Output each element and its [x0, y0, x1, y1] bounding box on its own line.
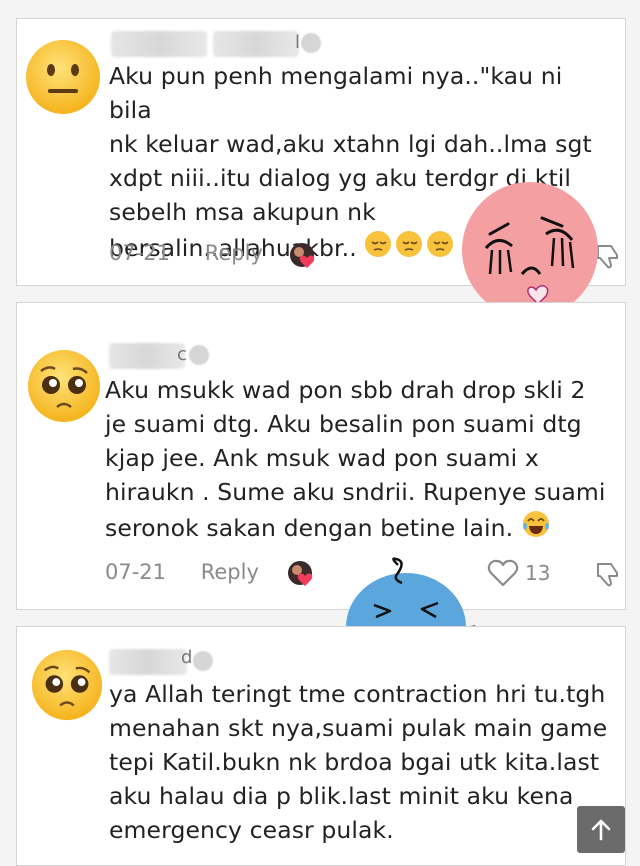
- comment-meta: 07-21 Reply: [105, 560, 259, 584]
- username-blurred[interactable]: [109, 649, 187, 675]
- comment-card-3: d ya Allah teringt tme contraction hri t…: [16, 626, 626, 866]
- scroll-to-top-button[interactable]: [577, 806, 625, 853]
- username-badge: [301, 33, 321, 53]
- username-blurred-2[interactable]: [213, 31, 299, 57]
- neutral-face-avatar-icon[interactable]: [23, 37, 103, 117]
- reply-button[interactable]: Reply: [205, 241, 263, 265]
- comment-date: 07-21: [109, 241, 171, 265]
- creator-liked-avatar-icon: [290, 243, 315, 268]
- username-tail: l: [295, 32, 301, 53]
- username-badge: [193, 651, 213, 671]
- reply-button[interactable]: Reply: [201, 560, 259, 584]
- comment-text: Aku msukk wad pon sbb drah drop skli 2 j…: [105, 376, 606, 542]
- pleading-face-avatar-icon[interactable]: [25, 347, 103, 425]
- like-button[interactable]: 13: [487, 559, 550, 587]
- like-count: 13: [525, 561, 551, 585]
- pensive-face-icon: [365, 231, 454, 257]
- creator-liked-avatar-icon: [288, 561, 313, 586]
- heart-outline-icon: [487, 559, 519, 587]
- comment-meta: 07-21 Reply: [109, 241, 263, 265]
- username-tail: c: [177, 344, 187, 365]
- username-tail: d: [181, 647, 193, 668]
- username-badge: [189, 345, 209, 365]
- arrow-up-icon: [591, 819, 611, 840]
- comment-card-2: c Aku msukk wad pon sbb drah drop skli 2…: [16, 302, 626, 610]
- comment-date: 07-21: [105, 560, 167, 584]
- pleading-face-avatar-icon[interactable]: [29, 647, 105, 723]
- username-blurred[interactable]: [109, 343, 185, 369]
- comment-text: ya Allah teringt tme contraction hri tu.…: [109, 680, 608, 844]
- username-blurred[interactable]: [111, 31, 207, 57]
- tears-of-joy-face-icon: [522, 511, 549, 537]
- thumbs-down-icon[interactable]: [593, 559, 623, 589]
